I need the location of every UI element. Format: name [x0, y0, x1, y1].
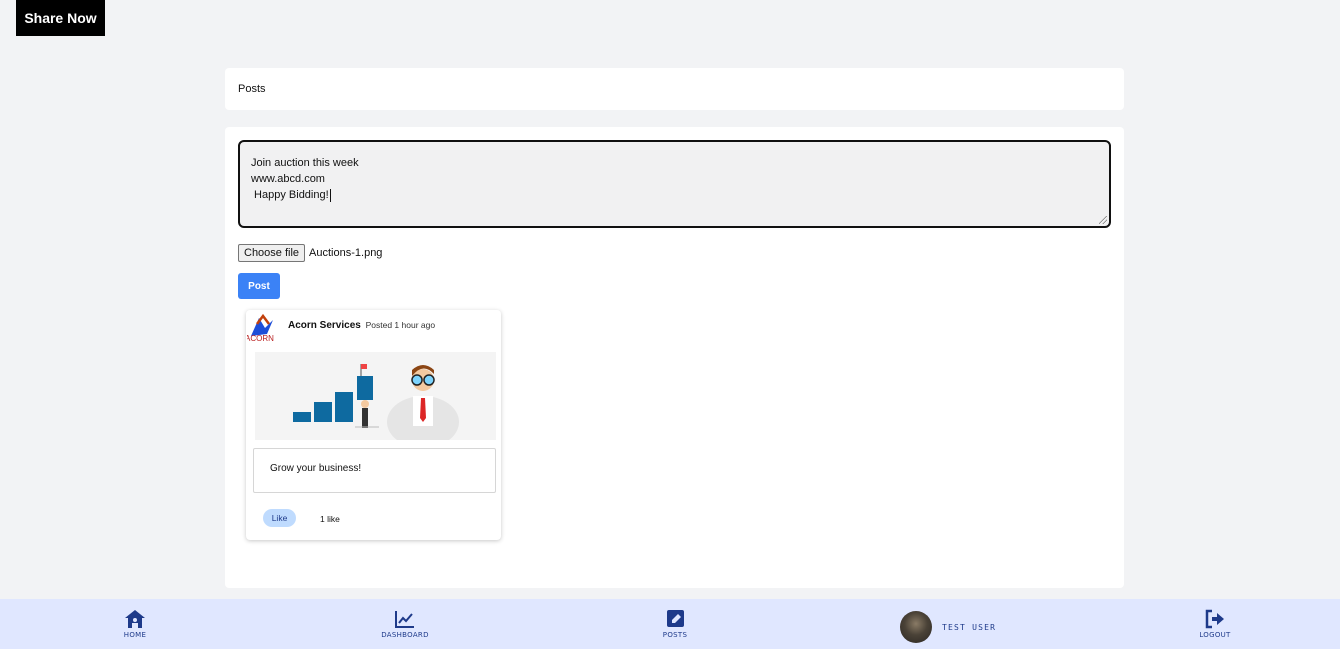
file-input[interactable]: Choose file Auctions-1.png — [238, 244, 382, 262]
nav-user[interactable]: TEST USER — [900, 611, 996, 643]
nav-posts-label: POSTS — [662, 631, 688, 639]
user-avatar[interactable] — [900, 611, 932, 643]
post-textarea[interactable]: Join auction this week www.abcd.com Happ… — [238, 140, 1111, 228]
author-avatar[interactable]: ACORN — [247, 312, 277, 342]
nav-home-label: HOME — [123, 631, 147, 639]
resize-handle-icon[interactable] — [1099, 216, 1107, 224]
text-caret — [329, 188, 331, 202]
nav-logout[interactable]: LOGOUT — [1194, 599, 1236, 649]
feed-panel: Join auction this week www.abcd.com Happ… — [225, 127, 1124, 588]
post-timestamp: Posted 1 hour ago — [365, 320, 436, 330]
choose-file-button[interactable]: Choose file — [238, 244, 306, 262]
edit-icon — [664, 609, 686, 629]
like-count: 1 like — [320, 514, 340, 524]
avatar-logo-text: ACORN — [247, 334, 274, 342]
author-name[interactable]: Acorn Services — [288, 320, 361, 331]
post-text: Join auction this week www.abcd.com Happ… — [251, 157, 359, 201]
logout-icon — [1204, 609, 1226, 629]
post-content: Grow your business! — [253, 448, 496, 493]
nav-dashboard[interactable]: DASHBOARD — [374, 599, 436, 649]
chart-line-icon — [394, 609, 416, 629]
nav-dashboard-label: DASHBOARD — [381, 631, 429, 639]
posts-header: Posts — [225, 68, 1124, 110]
selected-file-name: Auctions-1.png — [309, 247, 383, 259]
nav-posts[interactable]: POSTS — [654, 599, 696, 649]
post-content-text: Grow your business! — [270, 463, 362, 474]
like-button[interactable]: Like — [263, 509, 296, 527]
user-name: TEST USER — [942, 622, 997, 632]
post-author-line: Acorn Services Posted 1 hour ago — [288, 320, 435, 331]
post-image — [255, 352, 496, 448]
nav-logout-label: LOGOUT — [1199, 631, 1231, 639]
bottom-nav: HOME DASHBOARD POSTS TEST USER LOGOUT — [0, 599, 1340, 649]
post-button[interactable]: Post — [238, 273, 280, 299]
nav-home[interactable]: HOME — [114, 599, 156, 649]
page-title: Posts — [238, 83, 266, 95]
home-icon — [124, 609, 146, 629]
brand-title[interactable]: Share Now — [16, 0, 105, 36]
post-card: ACORN Acorn Services Posted 1 hour ago G… — [246, 310, 501, 540]
